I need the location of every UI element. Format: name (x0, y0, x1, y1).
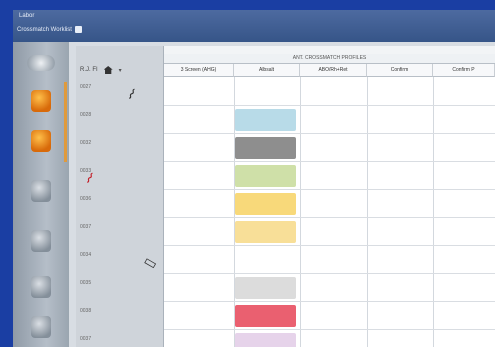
row-label[interactable]: 0035 (80, 280, 91, 286)
row-label[interactable]: 0028 (80, 112, 91, 118)
result-swatch[interactable] (235, 277, 296, 299)
menu-label[interactable]: Labor (19, 13, 34, 19)
row-divider (164, 245, 495, 246)
row-label[interactable]: 0034 (80, 252, 91, 258)
home-icon[interactable] (103, 66, 113, 74)
typing-icon (31, 130, 51, 152)
row-toolbar: R.J. FI ▾ (80, 66, 122, 74)
phone-icon[interactable]: ▭ (141, 252, 160, 273)
archive-icon (31, 316, 51, 338)
result-swatch[interactable] (235, 221, 296, 243)
column-header-1[interactable]: Albsalt (234, 64, 300, 77)
chevron-down-icon[interactable]: ▾ (119, 67, 122, 74)
row-divider (164, 301, 495, 302)
rack-icon (31, 276, 51, 298)
worklist-label: Crossmatch Worklist (17, 26, 72, 33)
group-header: ANT. CROSSMATCH PROFILES (164, 54, 495, 64)
row-divider (164, 329, 495, 330)
toolbar-label[interactable]: R.J. FI (80, 67, 98, 73)
overview-icon (27, 55, 55, 71)
result-swatch[interactable] (235, 109, 296, 131)
paperclip-icon[interactable]: ⌇ (124, 85, 139, 103)
sidebar-button-typing[interactable] (23, 126, 59, 156)
dropdown-icon[interactable] (74, 26, 82, 33)
column-header-0[interactable]: 3 Screen (AHG) (164, 64, 234, 77)
result-swatch[interactable] (235, 137, 296, 159)
sidebar-button-tube[interactable] (23, 176, 59, 206)
sidebar-button-archive[interactable] (23, 312, 59, 342)
sidebar (13, 42, 69, 347)
active-indicator-2 (64, 122, 67, 162)
crossmatch-grid: ANT. CROSSMATCH PROFILES 3 Screen (AHG) A… (164, 54, 495, 347)
tray-icon (31, 230, 51, 252)
row-label[interactable]: 0036 (80, 196, 91, 202)
column-header-4[interactable]: Confirm P (433, 64, 495, 77)
row-divider (164, 133, 495, 134)
column-divider (433, 77, 434, 347)
row-header-column: R.J. FI ▾ 0027 ⌇ 0028 0032 0033 ⌇ 0036 0037 0034… (76, 46, 164, 347)
crossmatch-icon (31, 90, 51, 112)
sidebar-button-overview[interactable] (23, 48, 59, 78)
row-label[interactable]: 0037 (80, 224, 91, 230)
row-label[interactable]: 0027 (80, 84, 91, 90)
tube-icon (31, 180, 51, 202)
row-divider (164, 189, 495, 190)
worklist-selector[interactable]: Crossmatch Worklist (17, 26, 82, 33)
sidebar-button-tray[interactable] (23, 226, 59, 256)
result-swatch[interactable] (235, 193, 296, 215)
row-label[interactable]: 0038 (80, 308, 91, 314)
row-divider (164, 161, 495, 162)
result-swatch[interactable] (235, 165, 296, 187)
titlebar: Labor Crossmatch Worklist (13, 10, 495, 42)
app-window: Labor Crossmatch Worklist R.J. FI ▾ 0027… (13, 10, 495, 347)
column-header-2[interactable]: ABO/Rh+Ret (300, 64, 367, 77)
result-swatch[interactable] (235, 305, 296, 327)
column-header-3[interactable]: Confirm (367, 64, 433, 77)
column-divider (300, 77, 301, 347)
row-divider (164, 217, 495, 218)
row-divider (164, 273, 495, 274)
column-divider (367, 77, 368, 347)
row-label[interactable]: 0037 (80, 336, 91, 342)
row-divider (164, 105, 495, 106)
worklist-panel: R.J. FI ▾ 0027 ⌇ 0028 0032 0033 ⌇ 0036 0037 0034… (76, 46, 495, 347)
row-label[interactable]: 0032 (80, 140, 91, 146)
result-swatch[interactable] (235, 333, 296, 347)
active-indicator (64, 82, 67, 122)
sidebar-button-crossmatch[interactable] (23, 86, 59, 116)
sidebar-button-rack[interactable] (23, 272, 59, 302)
